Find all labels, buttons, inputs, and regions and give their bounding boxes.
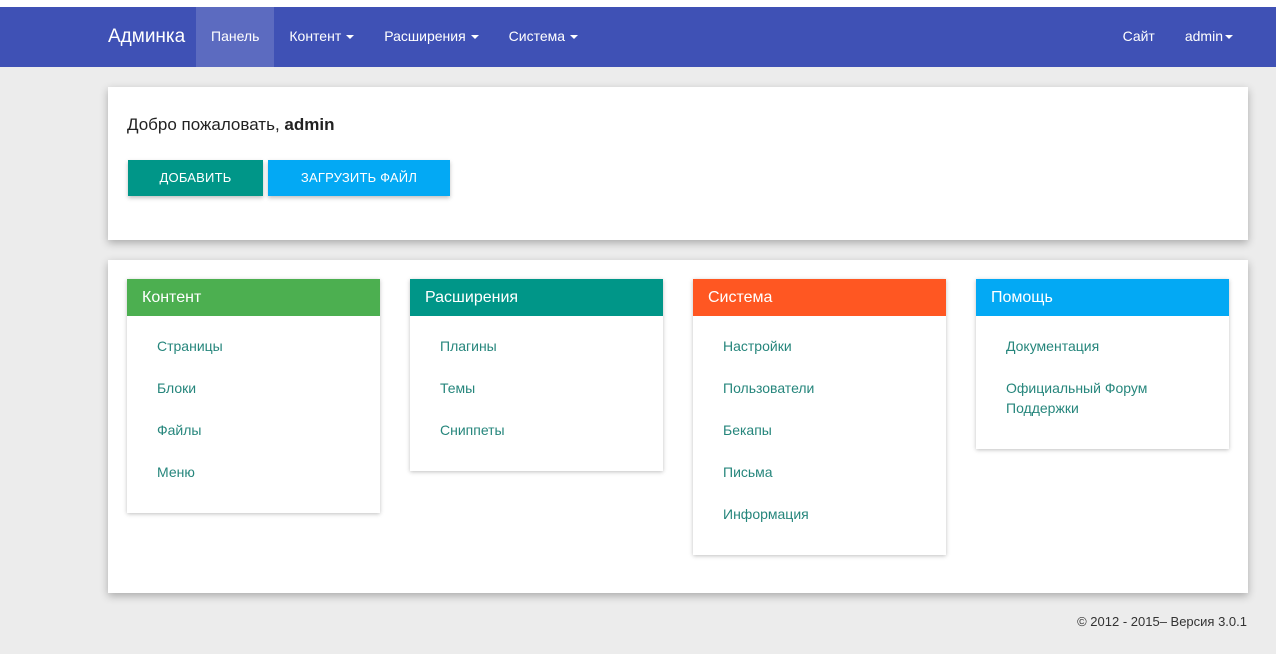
upload-file-button[interactable]: ЗАГРУЗИТЬ ФАЙЛ	[268, 160, 450, 196]
link-documentation[interactable]: Документация	[1006, 336, 1199, 356]
brand-logo[interactable]: Админка	[108, 7, 185, 67]
welcome-card: Добро пожаловать, admin ДОБАВИТЬ ЗАГРУЗИ…	[108, 87, 1248, 240]
panel-extensions: Расширения Плагины Темы Сниппеты	[410, 279, 663, 471]
link-menu[interactable]: Меню	[157, 462, 350, 482]
panel-header: Контент	[127, 279, 380, 316]
nav-item-label: Система	[508, 28, 566, 44]
link-support-forum[interactable]: Официальный Форум Поддержки	[1006, 378, 1166, 418]
navbar: Админка Панель Контент Расширения Систем…	[0, 7, 1276, 67]
link-settings[interactable]: Настройки	[723, 336, 916, 356]
welcome-username: admin	[284, 115, 335, 134]
nav-item-system[interactable]: Система	[494, 7, 593, 67]
nav-right: Сайт admin	[1108, 7, 1248, 67]
link-files[interactable]: Файлы	[157, 420, 350, 440]
welcome-prefix: Добро пожаловать,	[127, 115, 285, 134]
welcome-message: Добро пожаловать, admin	[127, 115, 334, 135]
user-menu-label: admin	[1184, 28, 1223, 44]
caret-down-icon	[346, 35, 355, 40]
panel-body: Настройки Пользователи Бекапы Письма Инф…	[693, 316, 946, 540]
caret-down-icon	[1225, 35, 1233, 40]
footer-copyright: © 2012 - 2015– Версия 3.0.1	[1077, 614, 1247, 629]
panel-body: Документация Официальный Форум Поддержки	[976, 316, 1229, 434]
caret-down-icon	[470, 35, 479, 40]
nav-item-panel[interactable]: Панель	[196, 7, 275, 67]
link-backups[interactable]: Бекапы	[723, 420, 916, 440]
panel-header: Система	[693, 279, 946, 316]
panel-header: Расширения	[410, 279, 663, 316]
panel-header: Помощь	[976, 279, 1229, 316]
nav-item-label: Сайт	[1122, 28, 1155, 44]
top-strip	[0, 0, 1280, 7]
panel-content: Контент Страницы Блоки Файлы Меню	[127, 279, 380, 513]
main-nav: Панель Контент Расширения Система	[196, 7, 593, 67]
link-users[interactable]: Пользователи	[723, 378, 916, 398]
menus-card: Контент Страницы Блоки Файлы Меню Расшир…	[108, 260, 1248, 593]
nav-item-label: Расширения	[384, 28, 466, 44]
panel-body: Плагины Темы Сниппеты	[410, 316, 663, 456]
panel-system: Система Настройки Пользователи Бекапы Пи…	[693, 279, 946, 555]
add-button[interactable]: ДОБАВИТЬ	[128, 160, 263, 196]
right-strip	[1276, 0, 1280, 654]
nav-item-site[interactable]: Сайт	[1108, 7, 1170, 67]
link-pages[interactable]: Страницы	[157, 336, 350, 356]
link-plugins[interactable]: Плагины	[440, 336, 633, 356]
link-blocks[interactable]: Блоки	[157, 378, 350, 398]
panel-body: Страницы Блоки Файлы Меню	[127, 316, 380, 498]
link-emails[interactable]: Письма	[723, 462, 916, 482]
caret-down-icon	[570, 35, 579, 40]
link-themes[interactable]: Темы	[440, 378, 633, 398]
nav-item-extensions[interactable]: Расширения	[369, 7, 493, 67]
nav-item-label: Панель	[211, 28, 260, 44]
nav-item-content[interactable]: Контент	[274, 7, 369, 67]
user-menu[interactable]: admin	[1170, 7, 1248, 67]
link-information[interactable]: Информация	[723, 504, 916, 524]
link-snippets[interactable]: Сниппеты	[440, 420, 633, 440]
nav-item-label: Контент	[289, 28, 342, 44]
panel-help: Помощь Документация Официальный Форум По…	[976, 279, 1229, 449]
